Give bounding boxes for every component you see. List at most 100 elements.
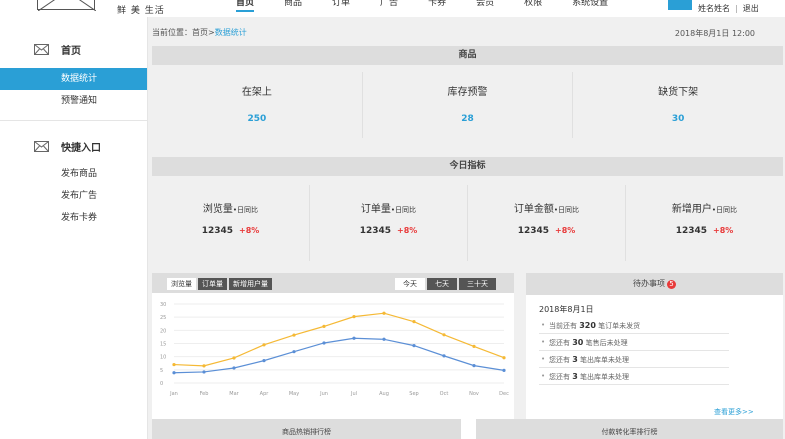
todo-number: 320 (579, 321, 596, 330)
y-tick-label: 0 (160, 381, 163, 387)
metric-orders[interactable]: 订单量•日同比 12345 +8% (310, 185, 468, 261)
data-point (412, 320, 416, 324)
data-point (472, 344, 476, 348)
x-tick-label: Dec (499, 391, 509, 397)
goods-out-of-stock[interactable]: 缺货下架 30 (573, 72, 783, 138)
tab-views[interactable]: 浏览量 (167, 278, 196, 290)
metric-suffix: •日同比 (232, 206, 259, 214)
x-tick-label: Feb (200, 391, 209, 397)
view-more-link[interactable]: 查看更多>> (714, 407, 754, 417)
metric-value: 12345 (675, 226, 707, 236)
stat-value: 250 (247, 114, 267, 124)
metric-views[interactable]: 浏览量•日同比 12345 +8% (152, 185, 310, 261)
chart-toolbar: 浏览量 订单量 新增用户量 今天 七天 三十天 (152, 273, 514, 293)
x-tick-label: May (289, 391, 299, 397)
breadcrumb: 当前位置：首页>数据统计 (152, 27, 247, 38)
stat-value: 12345 +8% (468, 226, 625, 236)
todo-text: 您还有 (549, 356, 570, 364)
goods-stock-warning[interactable]: 库存预警 28 (363, 72, 574, 138)
nav-orders[interactable]: 订单 (332, 0, 350, 12)
main-content: 当前位置：首页>数据统计 2018年8月1日 12:00 商品 在架上 250 … (148, 17, 785, 439)
avatar[interactable] (668, 0, 692, 10)
data-point (172, 371, 176, 375)
user-name[interactable]: 姓名姓名 (698, 4, 730, 13)
data-point (352, 336, 356, 340)
sidebar-item-alerts[interactable]: 预警通知 (0, 90, 147, 112)
todo-item[interactable]: • 当前还有 320 笔订单未发货 (539, 317, 729, 334)
trend-chart-panel: 浏览量 订单量 新增用户量 今天 七天 三十天 0 5 10 15 20 25 30 Jan F… (152, 273, 514, 439)
metric-label: 浏览量 (202, 204, 233, 215)
logout-link[interactable]: 退出 (743, 4, 759, 13)
todo-item[interactable]: • 您还有 3 笔出库单未处理 (539, 351, 729, 368)
data-point (202, 364, 206, 368)
mail-icon (34, 140, 49, 152)
sidebar-divider (0, 120, 147, 121)
todo-item[interactable]: • 您还有 3 笔出库单未处理 (539, 368, 729, 385)
series-line-0 (173, 312, 505, 367)
data-point (382, 311, 386, 315)
nav-permissions[interactable]: 权限 (524, 0, 542, 12)
user-area: 姓名姓名 | 退出 (698, 4, 759, 13)
metric-order-amount[interactable]: 订单金额•日同比 12345 +8% (468, 185, 626, 261)
todo-item[interactable]: • 您还有 30 笔售后未处理 (539, 334, 729, 351)
todo-number: 30 (572, 338, 584, 347)
tab-new-users[interactable]: 新增用户量 (229, 278, 272, 290)
nav-home[interactable]: 首页 (236, 0, 255, 12)
x-tick-label: Aug (379, 391, 389, 397)
data-point (502, 356, 506, 360)
data-point (442, 354, 446, 358)
nav-members[interactable]: 会员 (476, 0, 494, 12)
nav-coupons[interactable]: 卡券 (428, 0, 446, 12)
nav-goods[interactable]: 商品 (284, 0, 302, 12)
metric-new-users[interactable]: 新增用户•日同比 12345 +8% (626, 185, 783, 261)
stat-label: 缺货下架 (658, 87, 699, 98)
todo-panel: 待办事项 5 2018年8月1日 • 当前还有 320 笔订单未发货 • 您还有 30… (526, 273, 783, 419)
nav-ads[interactable]: 广告 (380, 0, 398, 12)
metric-value: 12345 (201, 226, 233, 236)
sidebar-group-shortcuts[interactable]: 快捷入口 (0, 131, 147, 161)
sidebar-item-publish-ads[interactable]: 发布广告 (0, 185, 147, 207)
todo-header: 待办事项 5 (526, 273, 783, 295)
stat-value: 12345 +8% (310, 226, 467, 236)
metric-label: 订单金额 (513, 204, 554, 215)
data-point (502, 368, 506, 372)
tab-orders[interactable]: 订单量 (198, 278, 227, 290)
breadcrumb-current: 数据统计 (214, 28, 247, 37)
tab-thirty-days[interactable]: 三十天 (459, 278, 496, 290)
sidebar-group-home[interactable]: 首页 (0, 34, 147, 64)
range-tabs: 今天 七天 三十天 (395, 278, 498, 290)
data-point (262, 343, 266, 347)
todo-text: 当前还有 (549, 322, 577, 330)
data-point (292, 333, 296, 337)
x-tick-label: Nov (469, 391, 479, 397)
stat-value: 12345 +8% (626, 226, 783, 236)
stat-value: 12345 +8% (152, 226, 309, 236)
tab-seven-days[interactable]: 七天 (427, 278, 457, 290)
todo-text: 笔出库单未处理 (580, 356, 630, 364)
metric-value: 12345 (359, 226, 391, 236)
todo-text: 您还有 (549, 339, 570, 347)
main-nav: 首页 商品 订单 广告 卡券 会员 权限 系统设置 (236, 0, 638, 12)
sidebar-group-title: 快捷入口 (61, 142, 101, 154)
sidebar-item-data-stats[interactable]: 数据统计 (0, 68, 147, 90)
todo-number: 3 (572, 355, 578, 364)
stat-label: 浏览量•日同比 (152, 200, 309, 215)
brand-name: 鲜 美 生活 (117, 6, 165, 16)
metric-change: +8% (239, 226, 260, 235)
logo[interactable] (37, 0, 96, 11)
sidebar-item-publish-coupons[interactable]: 发布卡券 (0, 207, 147, 229)
data-point (202, 370, 206, 374)
conversion-ranking-panel: 付款转化率排行榜 (476, 419, 783, 439)
tab-today[interactable]: 今天 (395, 278, 425, 290)
breadcrumb-prefix[interactable]: 当前位置：首页> (152, 28, 215, 37)
y-tick-label: 5 (160, 368, 163, 374)
nav-settings[interactable]: 系统设置 (572, 0, 608, 12)
todo-count-badge: 5 (667, 280, 676, 289)
sidebar-item-publish-goods[interactable]: 发布商品 (0, 163, 147, 185)
bullet-icon: • (541, 338, 546, 346)
goods-on-shelf[interactable]: 在架上 250 (152, 72, 363, 138)
data-point (322, 341, 326, 345)
todo-list: • 当前还有 320 笔订单未发货 • 您还有 30 笔售后未处理 • 您还有 3 笔… (539, 317, 729, 385)
data-point (442, 333, 446, 337)
sidebar: 首页 数据统计 预警通知 快捷入口 发布商品 发布广告 发布卡券 (0, 17, 148, 439)
